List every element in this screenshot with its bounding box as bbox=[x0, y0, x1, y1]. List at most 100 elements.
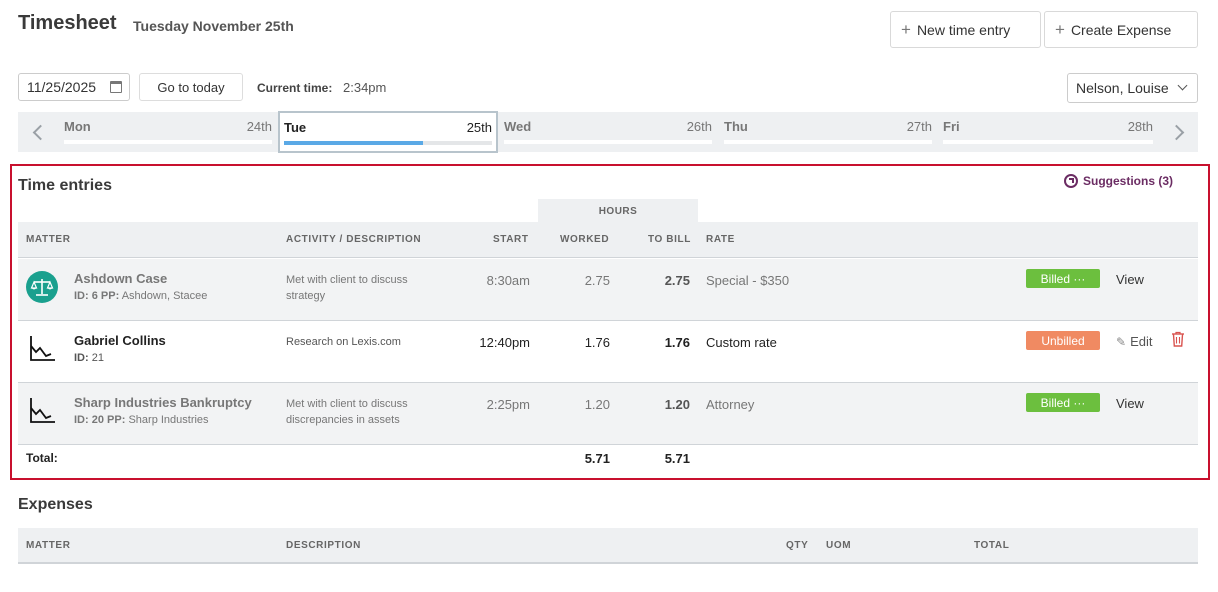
worked-hours: 2.75 bbox=[584, 273, 610, 288]
column-description: DESCRIPTION bbox=[286, 540, 361, 551]
pp-label: PP: bbox=[100, 290, 120, 302]
id-label: ID: bbox=[74, 352, 89, 364]
pp-label: PP: bbox=[107, 414, 126, 426]
previous-week-button[interactable] bbox=[18, 112, 58, 152]
time-entries-panel: Time entries Suggestions (3) HOURS MATTE… bbox=[10, 164, 1210, 480]
to-bill-hours: 1.76 bbox=[664, 335, 690, 350]
day-progress-fill bbox=[284, 141, 424, 145]
hours-group-header: HOURS bbox=[538, 199, 698, 223]
pencil-icon: ✎ bbox=[1116, 334, 1127, 349]
activity-description: Research on Lexis.com bbox=[286, 336, 401, 348]
rate: Attorney bbox=[706, 397, 755, 412]
day-number: 28th bbox=[1127, 119, 1153, 134]
day-number: 27th bbox=[906, 119, 932, 134]
worked-hours: 1.76 bbox=[584, 335, 610, 350]
activity-description: Met with client to discuss strategy bbox=[286, 274, 408, 302]
start-time: 2:25pm bbox=[486, 397, 530, 412]
expenses-title: Expenses bbox=[18, 496, 93, 513]
start-time: 12:40pm bbox=[479, 335, 530, 350]
table-row[interactable]: Sharp Industries Bankruptcy ID: 20 PP: S… bbox=[18, 383, 1198, 445]
day-name: Wed bbox=[504, 119, 532, 134]
matter-id: 20 bbox=[91, 414, 104, 426]
table-row[interactable]: Gabriel Collins ID: 21 Research on Lexis… bbox=[18, 321, 1198, 383]
suggestions-label: Suggestions (3) bbox=[1083, 174, 1174, 188]
day-progress-bar bbox=[284, 141, 492, 145]
day-name: Fri bbox=[943, 119, 960, 134]
rate: Special - $350 bbox=[706, 273, 790, 288]
column-rate: RATE bbox=[706, 234, 735, 245]
to-bill-hours: 2.75 bbox=[664, 273, 690, 288]
plus-icon: + bbox=[901, 20, 911, 39]
time-entries-title: Time entries bbox=[18, 177, 112, 194]
start-time: 8:30am bbox=[486, 273, 530, 288]
day-progress-bar bbox=[504, 140, 712, 144]
table-row[interactable]: Ashdown Case ID: 6 PP: Ashdown, Stacee M… bbox=[18, 259, 1198, 321]
day-number: 25th bbox=[466, 120, 492, 135]
total-row: Total: 5.71 5.71 bbox=[18, 441, 1198, 477]
id-label: ID: bbox=[74, 414, 89, 426]
current-time-value: 2:34pm bbox=[343, 80, 387, 95]
day-progress-bar bbox=[724, 140, 932, 144]
day-wednesday[interactable]: Wed 26th bbox=[500, 112, 716, 152]
edit-button[interactable]: ✎ Edit bbox=[1116, 334, 1152, 349]
next-week-button[interactable] bbox=[1158, 112, 1198, 152]
new-time-entry-label: New time entry bbox=[916, 21, 1011, 38]
total-to-bill: 5.71 bbox=[664, 451, 690, 466]
trash-icon[interactable] bbox=[1171, 331, 1185, 347]
date-value: 11/25/2025 bbox=[27, 79, 97, 95]
matter-pp: Ashdown, Stacee bbox=[121, 290, 208, 302]
create-expense-button[interactable]: + Create Expense bbox=[1044, 11, 1198, 48]
current-time-label: Current time: bbox=[257, 81, 333, 95]
status-badge[interactable]: Billed ··· bbox=[1026, 269, 1100, 288]
chart-decline-icon bbox=[26, 395, 58, 427]
expenses-table-header: MATTER DESCRIPTION QTY UOM TOTAL bbox=[18, 528, 1198, 564]
column-qty: QTY bbox=[786, 540, 809, 551]
matter-name[interactable]: Sharp Industries Bankruptcy bbox=[74, 395, 252, 410]
user-select[interactable]: Nelson, Louise bbox=[1067, 73, 1198, 103]
suggestions-link[interactable]: Suggestions (3) bbox=[1064, 174, 1173, 188]
day-number: 26th bbox=[686, 119, 712, 134]
day-monday[interactable]: Mon 24th bbox=[60, 112, 276, 152]
day-name: Mon bbox=[64, 119, 91, 134]
scales-icon bbox=[26, 271, 58, 303]
edit-label: Edit bbox=[1130, 334, 1153, 349]
status-badge[interactable]: Billed ··· bbox=[1026, 393, 1100, 412]
id-label: ID: bbox=[74, 290, 89, 302]
plus-icon: + bbox=[1055, 20, 1065, 39]
column-to-bill: TO BILL bbox=[648, 234, 691, 245]
matter-id: 6 bbox=[91, 290, 98, 302]
total-worked: 5.71 bbox=[584, 451, 610, 466]
matter-meta: ID: 20 PP: Sharp Industries bbox=[74, 414, 209, 426]
column-matter: MATTER bbox=[26, 540, 71, 551]
chevron-down-icon bbox=[1177, 80, 1188, 91]
user-select-value: Nelson, Louise bbox=[1076, 80, 1169, 96]
chevron-left-icon bbox=[32, 124, 48, 140]
column-worked: WORKED bbox=[560, 234, 610, 245]
view-link[interactable]: View bbox=[1116, 272, 1144, 287]
date-picker-input[interactable]: 11/25/2025 bbox=[18, 73, 130, 101]
total-label: Total: bbox=[26, 451, 58, 465]
column-total: TOTAL bbox=[974, 540, 1010, 551]
matter-name[interactable]: Gabriel Collins bbox=[74, 333, 166, 348]
column-activity: ACTIVITY / DESCRIPTION bbox=[286, 234, 422, 245]
go-to-today-button[interactable]: Go to today bbox=[139, 73, 243, 101]
calendar-icon[interactable] bbox=[110, 81, 122, 93]
worked-hours: 1.20 bbox=[584, 397, 610, 412]
chart-decline-icon bbox=[26, 333, 58, 365]
day-thursday[interactable]: Thu 27th bbox=[720, 112, 936, 152]
column-start: START bbox=[493, 234, 529, 245]
status-badge[interactable]: Unbilled bbox=[1026, 331, 1100, 350]
day-number: 24th bbox=[246, 119, 272, 134]
day-friday[interactable]: Fri 28th bbox=[939, 112, 1157, 152]
day-tuesday[interactable]: Tue 25th bbox=[278, 111, 498, 153]
suggestions-icon bbox=[1064, 174, 1078, 188]
day-progress-bar bbox=[943, 140, 1153, 144]
view-link[interactable]: View bbox=[1116, 396, 1144, 411]
week-navigator: Mon 24th Tue 25th Wed 26th Thu 27th Fri … bbox=[18, 111, 1198, 153]
rate: Custom rate bbox=[706, 335, 777, 350]
page-date: Tuesday November 25th bbox=[133, 18, 294, 34]
matter-name[interactable]: Ashdown Case bbox=[74, 271, 167, 286]
new-time-entry-button[interactable]: + New time entry bbox=[890, 11, 1041, 48]
create-expense-label: Create Expense bbox=[1070, 21, 1172, 38]
matter-pp: Sharp Industries bbox=[128, 414, 209, 426]
